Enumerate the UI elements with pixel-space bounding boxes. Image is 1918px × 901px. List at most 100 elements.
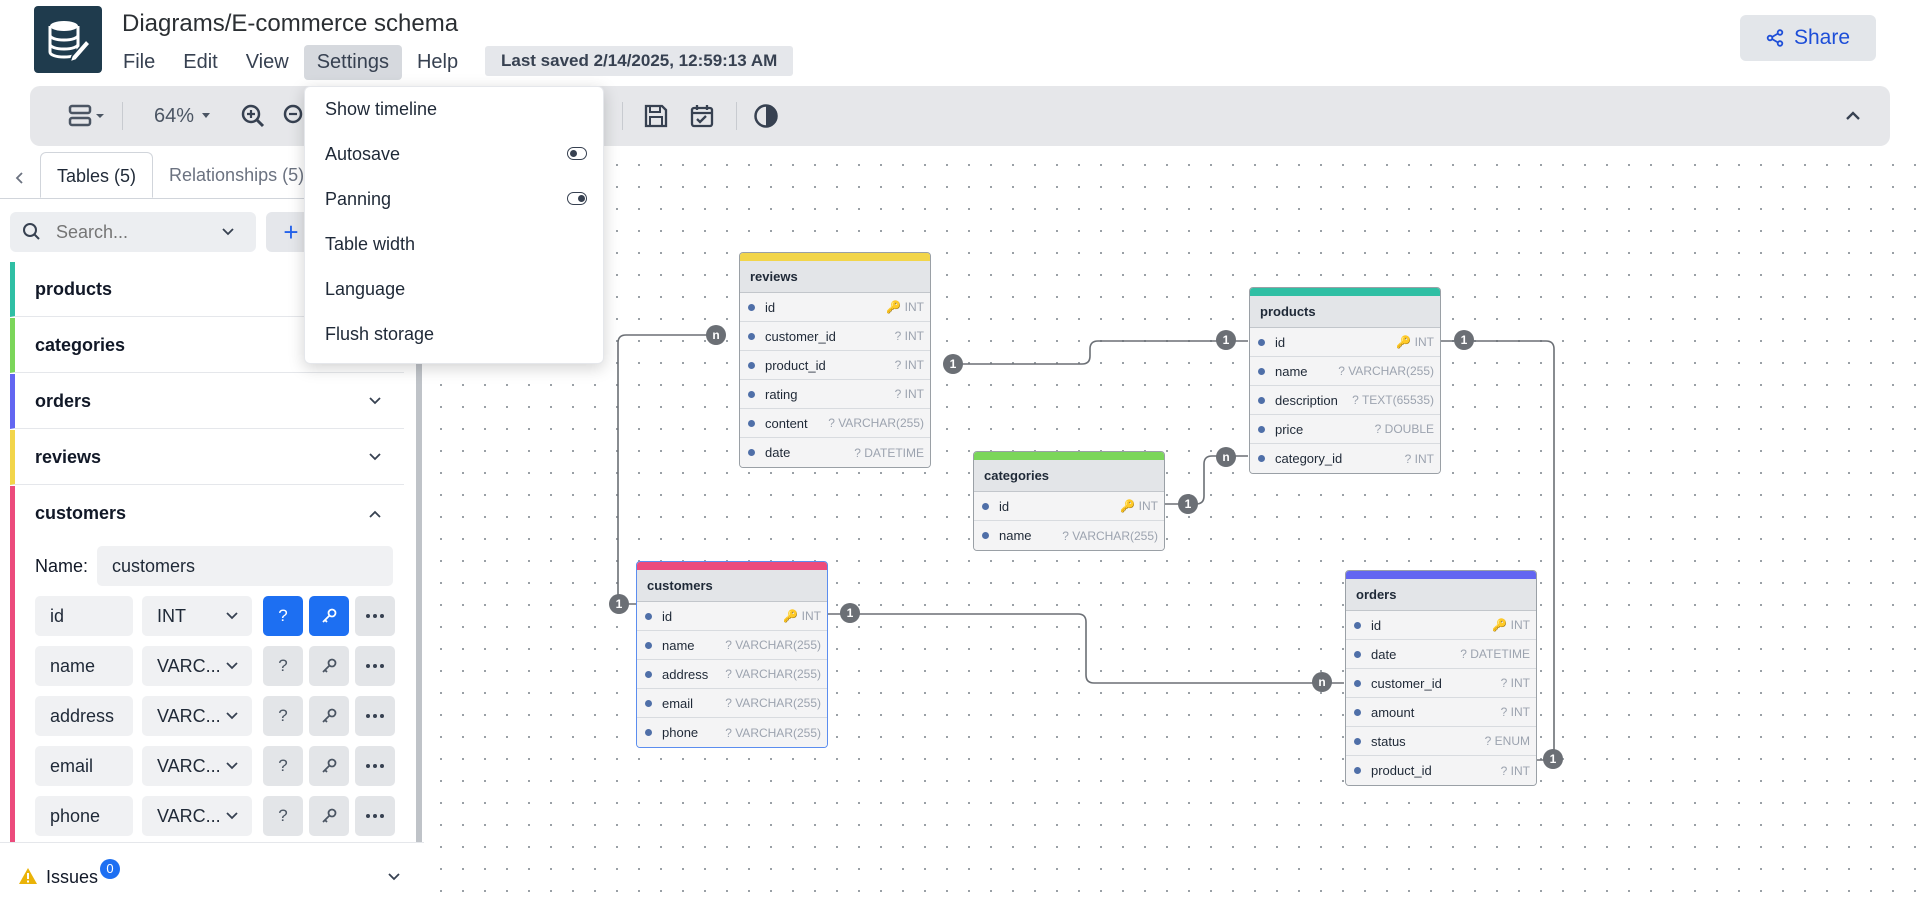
field-handle[interactable]	[645, 699, 652, 707]
field-handle[interactable]	[1258, 425, 1265, 433]
issues-panel[interactable]: Issues 0	[0, 842, 424, 901]
table-field-row[interactable]: email ? VARCHAR(255)	[637, 689, 827, 718]
field-handle[interactable]	[748, 419, 755, 427]
sidebar-table-customers[interactable]: customers	[10, 486, 404, 541]
nullable-toggle-button[interactable]: ?	[263, 746, 303, 786]
diagram-table-categories[interactable]: categories id 🔑 INT name ? VARCHAR(255)	[973, 451, 1165, 551]
nullable-toggle-button[interactable]: ?	[263, 696, 303, 736]
autosave-toggle[interactable]	[567, 147, 587, 160]
field-type-select[interactable]: VARC...	[142, 696, 252, 736]
nullable-toggle-button[interactable]: ?	[263, 646, 303, 686]
table-field-row[interactable]: customer_id ? INT	[740, 322, 930, 351]
diagram-title[interactable]: Diagrams/E-commerce schema	[122, 10, 458, 38]
menu-view[interactable]: View	[233, 45, 302, 80]
field-type-select[interactable]: VARC...	[142, 646, 252, 686]
save-button[interactable]	[642, 98, 670, 134]
field-handle[interactable]	[645, 641, 652, 649]
field-handle[interactable]	[1354, 708, 1361, 716]
field-name-input[interactable]: id	[35, 596, 133, 636]
menu-settings[interactable]: Settings	[303, 44, 402, 80]
theme-toggle-button[interactable]	[752, 98, 780, 134]
field-type-select[interactable]: INT	[142, 596, 252, 636]
field-handle[interactable]	[748, 361, 755, 369]
table-field-row[interactable]: id 🔑 INT	[974, 492, 1164, 521]
field-handle[interactable]	[1258, 367, 1265, 375]
menu-item-autosave[interactable]: Autosave	[305, 132, 605, 177]
table-name-input[interactable]: customers	[97, 546, 393, 586]
collapse-toolbar-button[interactable]	[1842, 98, 1864, 134]
nullable-toggle-button[interactable]: ?	[263, 796, 303, 836]
menu-help[interactable]: Help	[404, 45, 471, 80]
field-handle[interactable]	[1354, 650, 1361, 658]
nullable-toggle-button[interactable]: ?	[263, 596, 303, 636]
table-field-row[interactable]: amount ? INT	[1346, 698, 1536, 727]
table-field-row[interactable]: rating ? INT	[740, 380, 930, 409]
field-handle[interactable]	[982, 502, 989, 510]
search-box[interactable]	[10, 212, 256, 252]
table-field-row[interactable]: description ? TEXT(65535)	[1250, 386, 1440, 415]
diagram-table-orders[interactable]: orders id 🔑 INT date ? DATETIME customer_id ? …	[1345, 570, 1537, 786]
menu-item-language[interactable]: Language	[305, 267, 605, 312]
field-more-button[interactable]	[355, 746, 395, 786]
table-field-row[interactable]: category_id ? INT	[1250, 444, 1440, 473]
search-input[interactable]	[56, 221, 206, 243]
menu-item-panning[interactable]: Panning	[305, 177, 605, 222]
menu-file[interactable]: File	[110, 45, 168, 80]
table-field-row[interactable]: id 🔑 INT	[740, 293, 930, 322]
zoom-select[interactable]: 64%	[154, 98, 216, 134]
collapse-sidebar-button[interactable]	[8, 166, 32, 190]
field-handle[interactable]	[1354, 767, 1361, 774]
table-field-row[interactable]: name ? VARCHAR(255)	[974, 521, 1164, 550]
layout-menu-button[interactable]	[66, 98, 108, 134]
field-more-button[interactable]	[355, 596, 395, 636]
field-handle[interactable]	[1354, 737, 1361, 745]
field-more-button[interactable]	[355, 696, 395, 736]
table-field-row[interactable]: product_id ? INT	[740, 351, 930, 380]
table-field-row[interactable]: customer_id ? INT	[1346, 669, 1536, 698]
field-handle[interactable]	[1354, 621, 1361, 629]
table-field-row[interactable]: price ? DOUBLE	[1250, 415, 1440, 444]
field-handle[interactable]	[748, 303, 755, 311]
panning-toggle[interactable]	[567, 192, 587, 205]
diagram-table-customers[interactable]: customers id 🔑 INT name? VARCHAR(255) addres…	[636, 561, 828, 748]
field-name-input[interactable]: name	[35, 646, 133, 686]
sidebar-scrollbar[interactable]	[416, 360, 422, 870]
table-field-row[interactable]: date ? DATETIME	[1346, 640, 1536, 669]
primary-key-toggle-button[interactable]	[309, 596, 349, 636]
field-handle[interactable]	[982, 532, 989, 539]
table-field-row[interactable]: address ? VARCHAR(255)	[637, 660, 827, 689]
field-handle[interactable]	[1354, 679, 1361, 687]
field-handle[interactable]	[645, 612, 652, 620]
field-handle[interactable]	[748, 449, 755, 456]
primary-key-toggle-button[interactable]	[309, 646, 349, 686]
table-field-row[interactable]: name ? VARCHAR(255)	[637, 631, 827, 660]
field-type-select[interactable]: VARC...	[142, 796, 252, 836]
diagram-canvas[interactable]	[424, 146, 1918, 901]
field-handle[interactable]	[748, 332, 755, 340]
tab-tables[interactable]: Tables (5)	[40, 152, 154, 198]
timeline-button[interactable]	[688, 98, 716, 134]
field-name-input[interactable]: email	[35, 746, 133, 786]
zoom-in-button[interactable]	[240, 98, 266, 134]
field-handle[interactable]	[1258, 396, 1265, 404]
primary-key-toggle-button[interactable]	[309, 796, 349, 836]
table-field-row[interactable]: id 🔑 INT	[1250, 328, 1440, 357]
table-field-row[interactable]: date ? DATETIME	[740, 438, 930, 467]
table-field-row[interactable]: product_id ? INT	[1346, 756, 1536, 785]
tab-relationships[interactable]: Relationships (5)	[153, 152, 320, 198]
sidebar-table-reviews[interactable]: reviews	[10, 430, 404, 485]
diagram-table-products[interactable]: products id 🔑 INT name? VARCHAR(255) descrip…	[1249, 287, 1441, 474]
table-field-row[interactable]: name ? VARCHAR(255)	[1250, 357, 1440, 386]
field-more-button[interactable]	[355, 796, 395, 836]
field-more-button[interactable]	[355, 646, 395, 686]
sidebar-table-orders[interactable]: orders	[10, 374, 404, 429]
menu-item-table-width[interactable]: Table width	[305, 222, 605, 267]
field-handle[interactable]	[1258, 455, 1265, 462]
table-field-row[interactable]: id 🔑 INT	[637, 602, 827, 631]
primary-key-toggle-button[interactable]	[309, 746, 349, 786]
field-name-input[interactable]: address	[35, 696, 133, 736]
diagram-table-reviews[interactable]: reviews id 🔑 INT customer_id? INT product_id…	[739, 252, 931, 468]
field-handle[interactable]	[645, 670, 652, 678]
field-handle[interactable]	[645, 729, 652, 736]
field-type-select[interactable]: VARC...	[142, 746, 252, 786]
